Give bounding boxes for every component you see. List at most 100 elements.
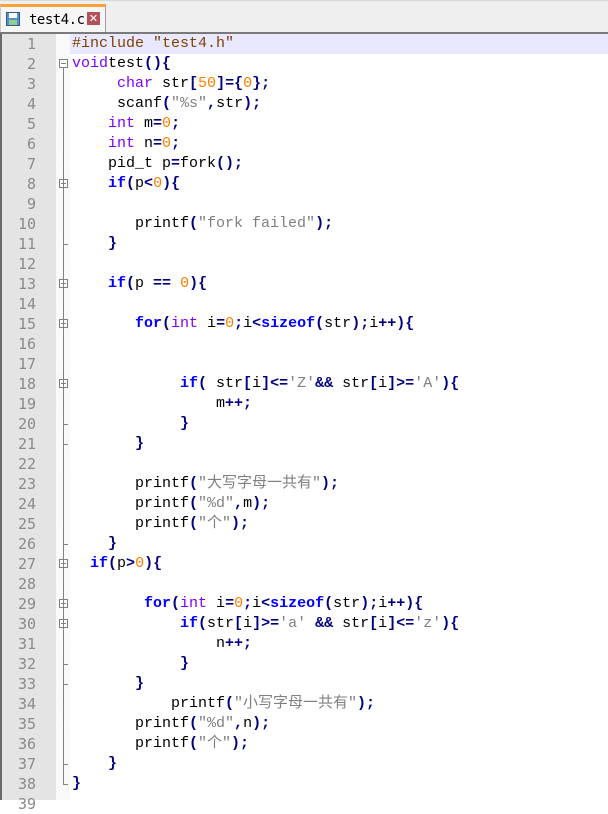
code-line[interactable]: 22 xyxy=(0,454,608,474)
close-icon[interactable]: ✕ xyxy=(87,12,100,25)
code-text: if( str[i]<='Z'&& str[i]>='A'){ xyxy=(180,374,459,394)
code-line[interactable]: 1 #include "test4.h" xyxy=(0,34,608,54)
code-line[interactable]: 27 if(p>0){ xyxy=(0,554,608,574)
code-token: scanf xyxy=(117,95,163,112)
code-token: < xyxy=(261,595,271,612)
code-token: ); xyxy=(357,695,376,712)
code-token: ( xyxy=(189,735,199,752)
code-editor[interactable]: 1 #include "test4.h" 2 voidtest(){3 char str… xyxy=(0,34,608,813)
code-line[interactable]: 23 printf("大写字母一共有"); xyxy=(0,474,608,494)
code-token: ){ xyxy=(441,375,460,392)
code-line[interactable]: 25 printf("个"); xyxy=(0,514,608,534)
line-number: 5 xyxy=(26,115,36,133)
code-line[interactable]: 28 xyxy=(0,574,608,594)
code-token: ( xyxy=(189,715,199,732)
code-token: ( xyxy=(126,275,136,292)
code-line[interactable]: 12 xyxy=(0,254,608,274)
line-number: 10 xyxy=(17,215,36,233)
code-line[interactable]: 26} xyxy=(0,534,608,554)
code-line[interactable]: 15 for(int i=0;i<sizeof(str);i++){ xyxy=(0,314,608,334)
code-line[interactable]: 11} xyxy=(0,234,608,254)
line-number: 18 xyxy=(17,375,36,393)
code-text: printf("%d",m); xyxy=(135,494,270,514)
line-number: 39 xyxy=(17,795,36,813)
code-line[interactable]: 2 voidtest(){ xyxy=(0,54,608,74)
code-line[interactable]: 36 printf("个"); xyxy=(0,734,608,754)
code-token: } xyxy=(180,415,190,432)
code-token: int xyxy=(108,135,136,152)
code-token: #include "test4.h" xyxy=(72,35,235,52)
code-text: #include "test4.h" xyxy=(72,34,234,54)
code-line[interactable]: 24 printf("%d",m); xyxy=(0,494,608,514)
code-token: n xyxy=(135,135,154,152)
code-line[interactable]: 34 printf("小写字母一共有"); xyxy=(0,694,608,714)
code-token: }; xyxy=(252,75,271,92)
code-token: [ xyxy=(243,375,253,392)
code-token: str xyxy=(324,315,352,332)
code-token: , xyxy=(207,95,217,112)
code-line[interactable]: 32} xyxy=(0,654,608,674)
code-token: ++){ xyxy=(387,595,424,612)
code-token: i xyxy=(378,375,388,392)
code-line[interactable]: 31 n++; xyxy=(0,634,608,654)
code-line[interactable]: 39 xyxy=(0,794,608,814)
code-token: if xyxy=(108,175,127,192)
code-line[interactable]: 17 xyxy=(0,354,608,374)
code-line[interactable]: 16 xyxy=(0,334,608,354)
code-token: p xyxy=(135,175,145,192)
file-tab[interactable]: test4.c ✕ xyxy=(0,4,106,34)
code-token: = xyxy=(225,595,235,612)
code-text: m++; xyxy=(216,394,252,414)
code-token: ( xyxy=(198,615,208,632)
code-text: char str[50]={0}; xyxy=(117,74,270,94)
line-number: 36 xyxy=(17,735,36,753)
code-line[interactable]: 29 for(int i=0;i<sizeof(str);i++){ xyxy=(0,594,608,614)
code-line[interactable]: 35 printf("%d",n); xyxy=(0,714,608,734)
code-text: printf("个"); xyxy=(135,734,249,754)
code-line[interactable]: 21} xyxy=(0,434,608,454)
code-line[interactable]: 33} xyxy=(0,674,608,694)
code-token: ]={ xyxy=(216,75,244,92)
code-token: ++; xyxy=(225,635,253,652)
code-line[interactable]: 5 int m=0; xyxy=(0,114,608,134)
line-number: 26 xyxy=(17,535,36,553)
code-token: ]>= xyxy=(387,375,415,392)
tab-filename: test4.c xyxy=(29,12,85,28)
code-token: } xyxy=(135,435,145,452)
code-line[interactable]: 19 m++; xyxy=(0,394,608,414)
code-line[interactable]: 8 if(p<0){ xyxy=(0,174,608,194)
code-token: ); xyxy=(321,475,340,492)
code-token: printf xyxy=(135,495,190,512)
code-token: ){ xyxy=(189,275,208,292)
code-line[interactable]: 20} xyxy=(0,414,608,434)
code-token: for xyxy=(144,595,172,612)
code-token: for xyxy=(135,315,163,332)
code-text: n++; xyxy=(216,634,252,654)
code-text: if(p<0){ xyxy=(108,174,180,194)
code-line[interactable]: 4 scanf("%s",str); xyxy=(0,94,608,114)
fold-toggle-icon[interactable] xyxy=(59,59,68,68)
code-token: int xyxy=(108,115,136,132)
code-token: ( xyxy=(162,95,172,112)
code-line[interactable]: 13 if(p == 0){ xyxy=(0,274,608,294)
code-line[interactable]: 18 if( str[i]<='Z'&& str[i]>='A'){ xyxy=(0,374,608,394)
code-line[interactable]: 30 if(str[i]>='a' && str[i]<='z'){ xyxy=(0,614,608,634)
code-line[interactable]: 14 xyxy=(0,294,608,314)
code-token: 50 xyxy=(198,75,217,92)
code-line[interactable]: 10 printf("fork failed"); xyxy=(0,214,608,234)
code-line[interactable]: 7 pid_t p=fork(); xyxy=(0,154,608,174)
code-token: 0 xyxy=(180,275,190,292)
code-token: printf xyxy=(135,215,190,232)
code-text: if(p>0){ xyxy=(90,554,162,574)
code-token: ){ xyxy=(162,175,181,192)
code-line[interactable]: 6 int n=0; xyxy=(0,134,608,154)
line-number: 1 xyxy=(26,35,36,53)
code-token: ( xyxy=(198,375,208,392)
code-line[interactable]: 9 xyxy=(0,194,608,214)
code-token: ( xyxy=(225,695,235,712)
code-line[interactable]: 38} xyxy=(0,774,608,794)
code-line[interactable]: 37} xyxy=(0,754,608,774)
code-line[interactable]: 3 char str[50]={0}; xyxy=(0,74,608,94)
